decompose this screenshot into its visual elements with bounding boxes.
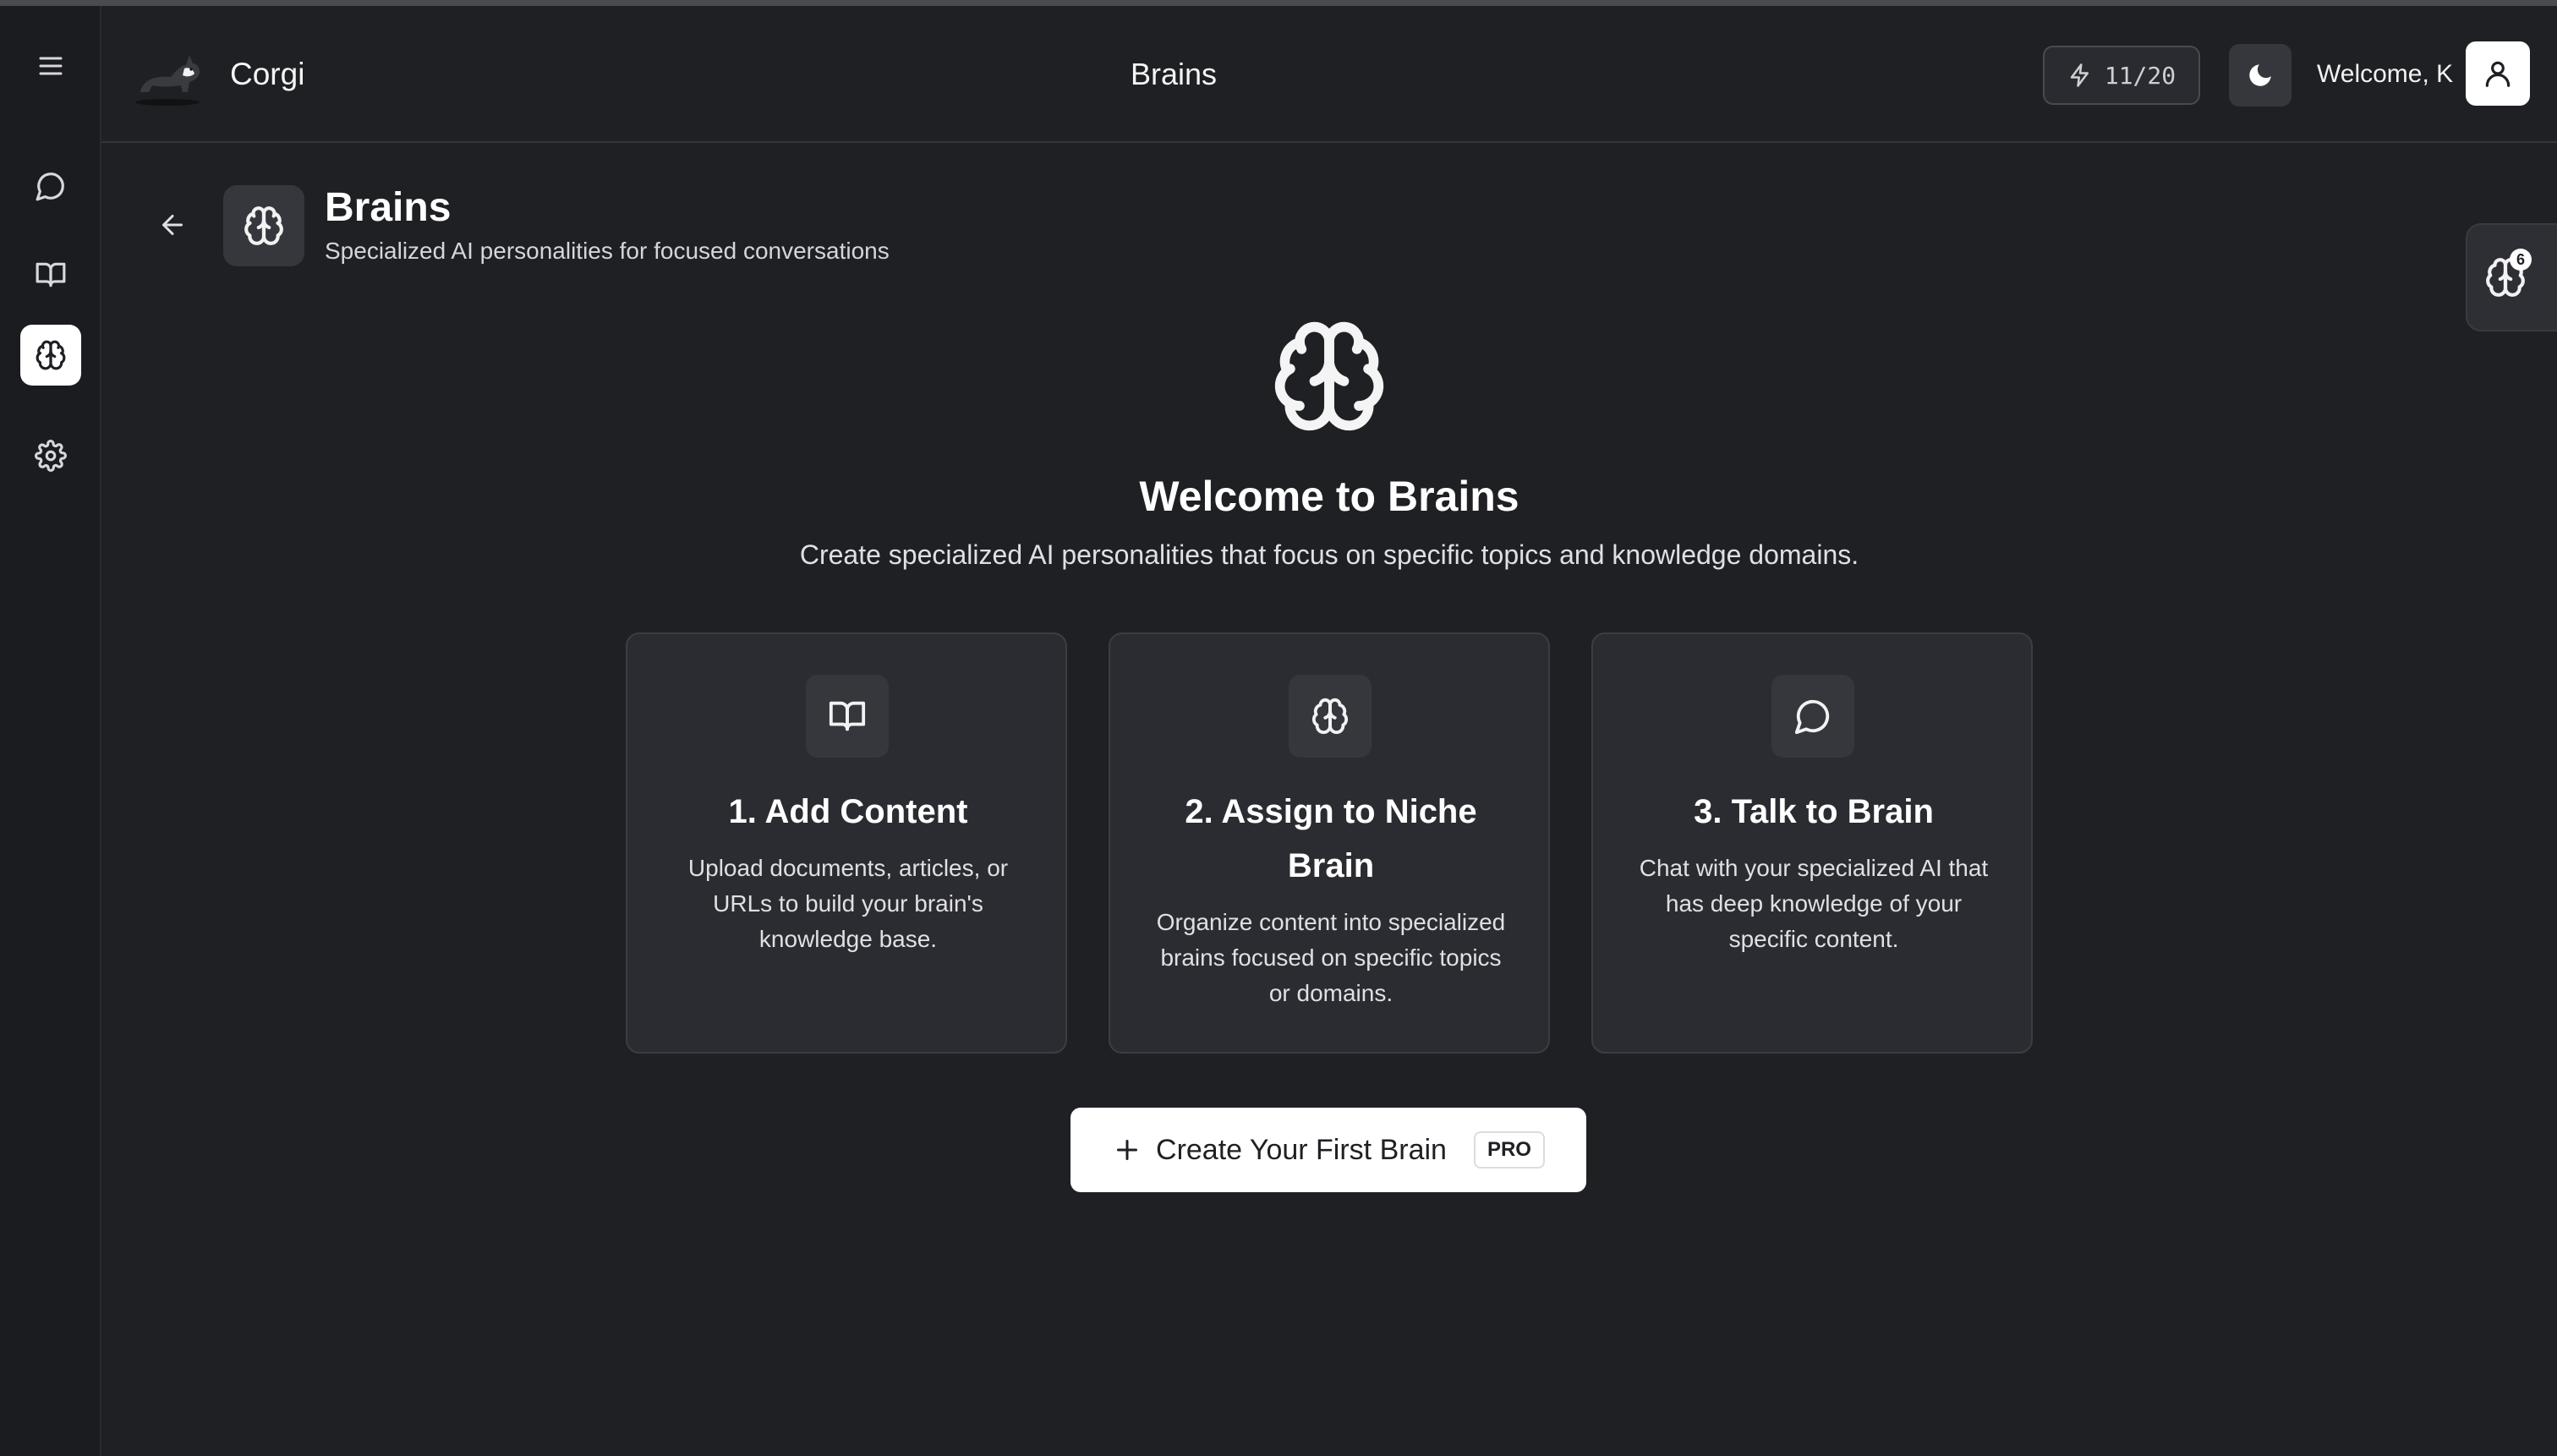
step-description: Upload documents, articles, or URLs to b… [687,855,1009,952]
step-card-talk-to-brain: 3. Talk to Brain Chat with your speciali… [1591,632,2033,1054]
book-open-icon [36,262,66,287]
chat-bubble-icon [1794,699,1830,735]
menu-icon [39,57,63,75]
sidebar-item-chat[interactable] [20,156,81,216]
step-title: 3. Talk to Brain [1694,793,1934,830]
top-header: Corgi Brains 11/20 Welcome, K [101,6,2557,143]
gear-icon [35,440,67,472]
credits-counter[interactable]: 11/20 [2043,46,2200,105]
step-description: Organize content into specialized brains… [1156,909,1506,1006]
hero-subtitle: Create specialized AI personalities that… [799,539,1859,570]
page-subtitle: Specialized AI personalities for focused… [325,238,890,264]
menu-button[interactable] [20,36,81,96]
brain-icon [1311,698,1349,735]
step-card-assign-brain: 2. Assign to Niche Brain Organize conten… [1109,632,1550,1054]
plus-icon [1117,1140,1138,1160]
create-brain-label: Create Your First Brain [1156,1133,1447,1166]
step-title: 2. Assign to Niche Brain [1185,793,1477,884]
window-top-border [0,0,2557,6]
create-first-brain-button[interactable]: Create Your First Brain PRO [1070,1108,1586,1192]
pro-badge: PRO [1473,1131,1545,1169]
chat-bubble-icon [36,172,64,201]
hero-title: Welcome to Brains [1139,473,1519,520]
sidebar-item-library[interactable] [20,244,81,305]
sidebar-item-brains[interactable] [20,325,81,386]
card-icon-box [806,675,889,758]
lightning-icon [2070,63,2089,87]
user-avatar-button[interactable] [2466,41,2530,106]
theme-toggle-button[interactable] [2229,44,2291,107]
brain-icon [244,206,283,245]
hero-brain-icon [1263,317,1395,435]
brain-count-badge: 6 [2510,249,2532,271]
sidebar [0,6,101,1456]
credits-value: 11/20 [2104,61,2176,90]
step-title: 1. Add Content [728,793,968,830]
brain-icon [36,340,66,370]
moon-icon [2249,64,2271,86]
welcome-text: Welcome, K [2317,60,2454,88]
card-icon-box [1771,675,1854,758]
arrow-left-icon [162,215,183,235]
page-brain-badge [223,185,304,266]
corgi-logo[interactable] [134,43,206,107]
step-card-add-content: 1. Add Content Upload documents, article… [626,632,1067,1054]
back-button[interactable] [151,203,194,247]
header-title: Brains [1131,57,1218,91]
user-icon [2485,61,2510,87]
brains-floating-tab[interactable]: 6 [2466,223,2557,331]
book-open-icon [829,701,866,731]
app-brand-name: Corgi [230,57,305,91]
step-description: Chat with your specialized AI that has d… [1639,855,1989,952]
card-icon-box [1289,675,1372,758]
page-title: Brains [325,185,452,230]
